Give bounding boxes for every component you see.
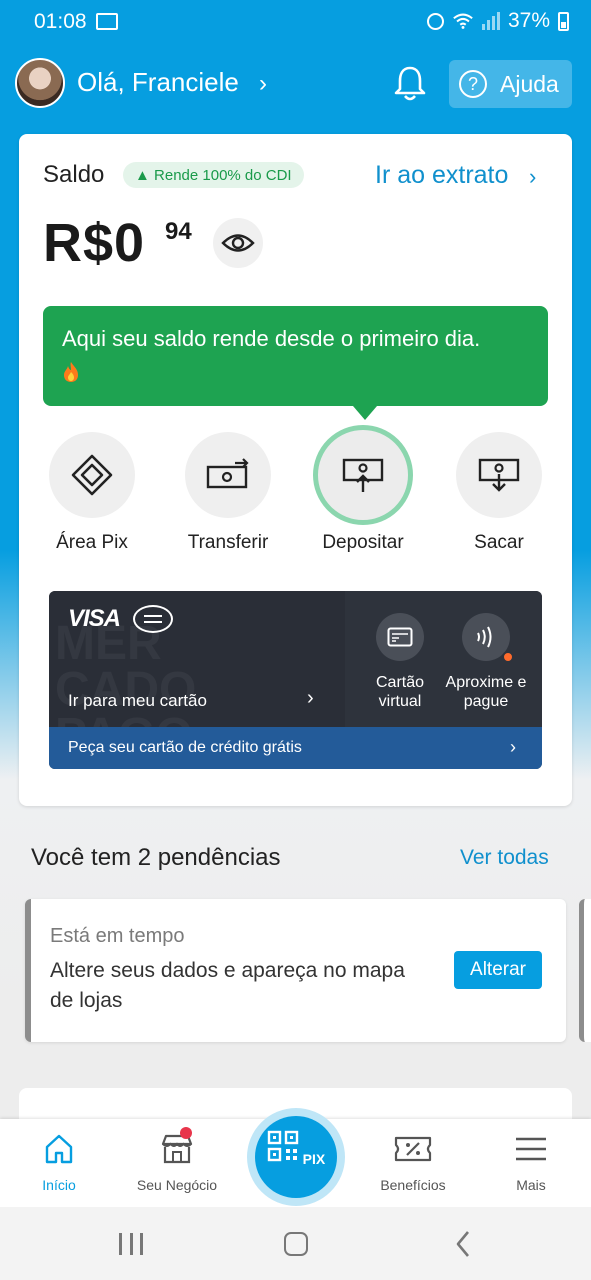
battery-icon — [558, 11, 569, 31]
pix-button[interactable]: PIX — [255, 1116, 337, 1198]
transfer-icon — [185, 432, 271, 518]
statement-link[interactable]: Ir ao extrato — [375, 161, 508, 190]
nav-business[interactable]: Seu Negócio — [122, 1127, 232, 1193]
action-label: Depositar — [322, 532, 404, 553]
nav-home-label: Início — [42, 1177, 76, 1193]
action-deposit[interactable]: Depositar — [303, 425, 423, 554]
contactless-label: Aproxime e pague — [445, 674, 527, 710]
status-bar: 01:08 37% — [0, 0, 591, 44]
nav-home[interactable]: Início — [4, 1131, 114, 1193]
pix-icon — [49, 432, 135, 518]
home-icon — [4, 1131, 114, 1167]
amount-integer: 0 — [114, 213, 146, 273]
yield-tooltip: Aqui seu saldo rende desde o primeiro di… — [43, 306, 548, 406]
tooltip-arrow — [353, 406, 377, 420]
eye-icon — [221, 234, 255, 252]
alarm-icon — [426, 12, 444, 30]
status-icons: 37% — [426, 9, 569, 33]
help-button[interactable]: ? Ajuda — [449, 60, 572, 108]
recent-apps-icon[interactable] — [119, 1233, 143, 1255]
signal-icon — [481, 12, 500, 30]
visa-logo: VISA — [68, 605, 121, 632]
menu-icon — [476, 1131, 586, 1167]
balance-card: Saldo ▲ Rende 100% do CDI Ir ao extrato … — [19, 134, 572, 806]
battery-percent: 37% — [507, 9, 550, 32]
chevron-right-icon: › — [307, 687, 314, 709]
nav-more-label: Mais — [516, 1177, 546, 1193]
amount-cents: 94 — [165, 218, 192, 245]
avatar[interactable] — [15, 58, 65, 108]
action-withdraw[interactable]: Sacar — [439, 432, 559, 554]
virtual-card-button[interactable]: Cartão virtual — [357, 613, 443, 711]
go-to-card[interactable]: MERCADOPAGO VISA Ir para meu cartão › — [49, 591, 345, 760]
ticket-icon — [358, 1131, 468, 1167]
cdi-badge: ▲ Rende 100% do CDI — [123, 162, 304, 188]
action-label: Transferir — [187, 532, 269, 553]
pendency-status: Está em tempo — [50, 925, 185, 947]
change-button[interactable]: Alterar — [454, 951, 542, 989]
tooltip-text: Aqui seu saldo rende desde o primeiro di… — [62, 326, 481, 351]
toggle-balance-visibility-button[interactable] — [213, 218, 263, 268]
quick-actions: Área Pix Transferir Depositar Sacar — [19, 425, 572, 562]
notification-dot — [180, 1127, 192, 1139]
wifi-icon — [453, 13, 473, 29]
deposit-icon — [313, 425, 413, 525]
help-label: Ajuda — [500, 70, 559, 97]
virtual-card-label: Cartão virtual — [375, 674, 425, 710]
next-pendency-card[interactable] — [579, 899, 591, 1042]
back-icon[interactable] — [455, 1230, 471, 1258]
chevron-right-icon: › — [510, 737, 516, 757]
pendency-text: Altere seus dados e apareça no mapa de l… — [50, 959, 405, 1012]
action-label: Área Pix — [56, 532, 128, 553]
pendencies-title: Você tem 2 pendências — [31, 844, 281, 871]
credit-offer-label: Peça seu cartão de crédito grátis — [68, 739, 302, 756]
notification-app-icon — [96, 13, 118, 30]
action-transfer[interactable]: Transferir — [168, 432, 288, 554]
question-icon: ? — [459, 70, 487, 98]
contactless-button[interactable]: Aproxime e pague — [443, 613, 529, 711]
store-icon — [122, 1127, 232, 1167]
balance-title: Saldo — [43, 161, 105, 188]
notification-dot — [502, 651, 514, 663]
card-shortcuts: Cartão virtual Aproxime e pague — [345, 591, 542, 727]
balance-amount: R$0 — [43, 212, 145, 274]
nav-business-label: Seu Negócio — [136, 1177, 218, 1193]
qr-code-icon — [267, 1130, 298, 1162]
mercado-pago-logo-icon — [133, 605, 173, 633]
go-to-card-label: Ir para meu cartão — [68, 691, 207, 710]
chevron-right-icon[interactable]: › — [529, 164, 536, 190]
action-pix-area[interactable]: Área Pix — [32, 432, 152, 554]
nav-more[interactable]: Mais — [476, 1131, 586, 1193]
withdraw-icon — [456, 432, 542, 518]
see-all-link[interactable]: Ver todas — [460, 846, 549, 870]
credit-card-offer[interactable]: Peça seu cartão de crédito grátis › — [49, 727, 542, 769]
nav-benefits-label: Benefícios — [380, 1177, 446, 1193]
pendency-card[interactable]: Está em tempo Altere seus dados e apareç… — [25, 899, 566, 1042]
pix-button-label: PIX — [302, 1151, 326, 1167]
card-icon — [376, 613, 424, 661]
nav-benefits[interactable]: Benefícios — [358, 1131, 468, 1193]
system-navigation-bar — [0, 1207, 591, 1280]
chevron-right-icon[interactable]: › — [259, 70, 267, 98]
greeting[interactable]: Olá, Franciele — [77, 67, 239, 98]
status-time: 01:08 — [34, 10, 87, 33]
card-banner: MERCADOPAGO VISA Ir para meu cartão › Ca… — [49, 591, 542, 769]
bell-icon[interactable] — [392, 64, 428, 102]
currency-symbol: R$ — [43, 213, 115, 273]
fire-icon — [64, 362, 78, 383]
contactless-icon — [462, 613, 514, 663]
home-button-icon[interactable] — [284, 1232, 308, 1256]
action-label: Sacar — [474, 532, 524, 553]
